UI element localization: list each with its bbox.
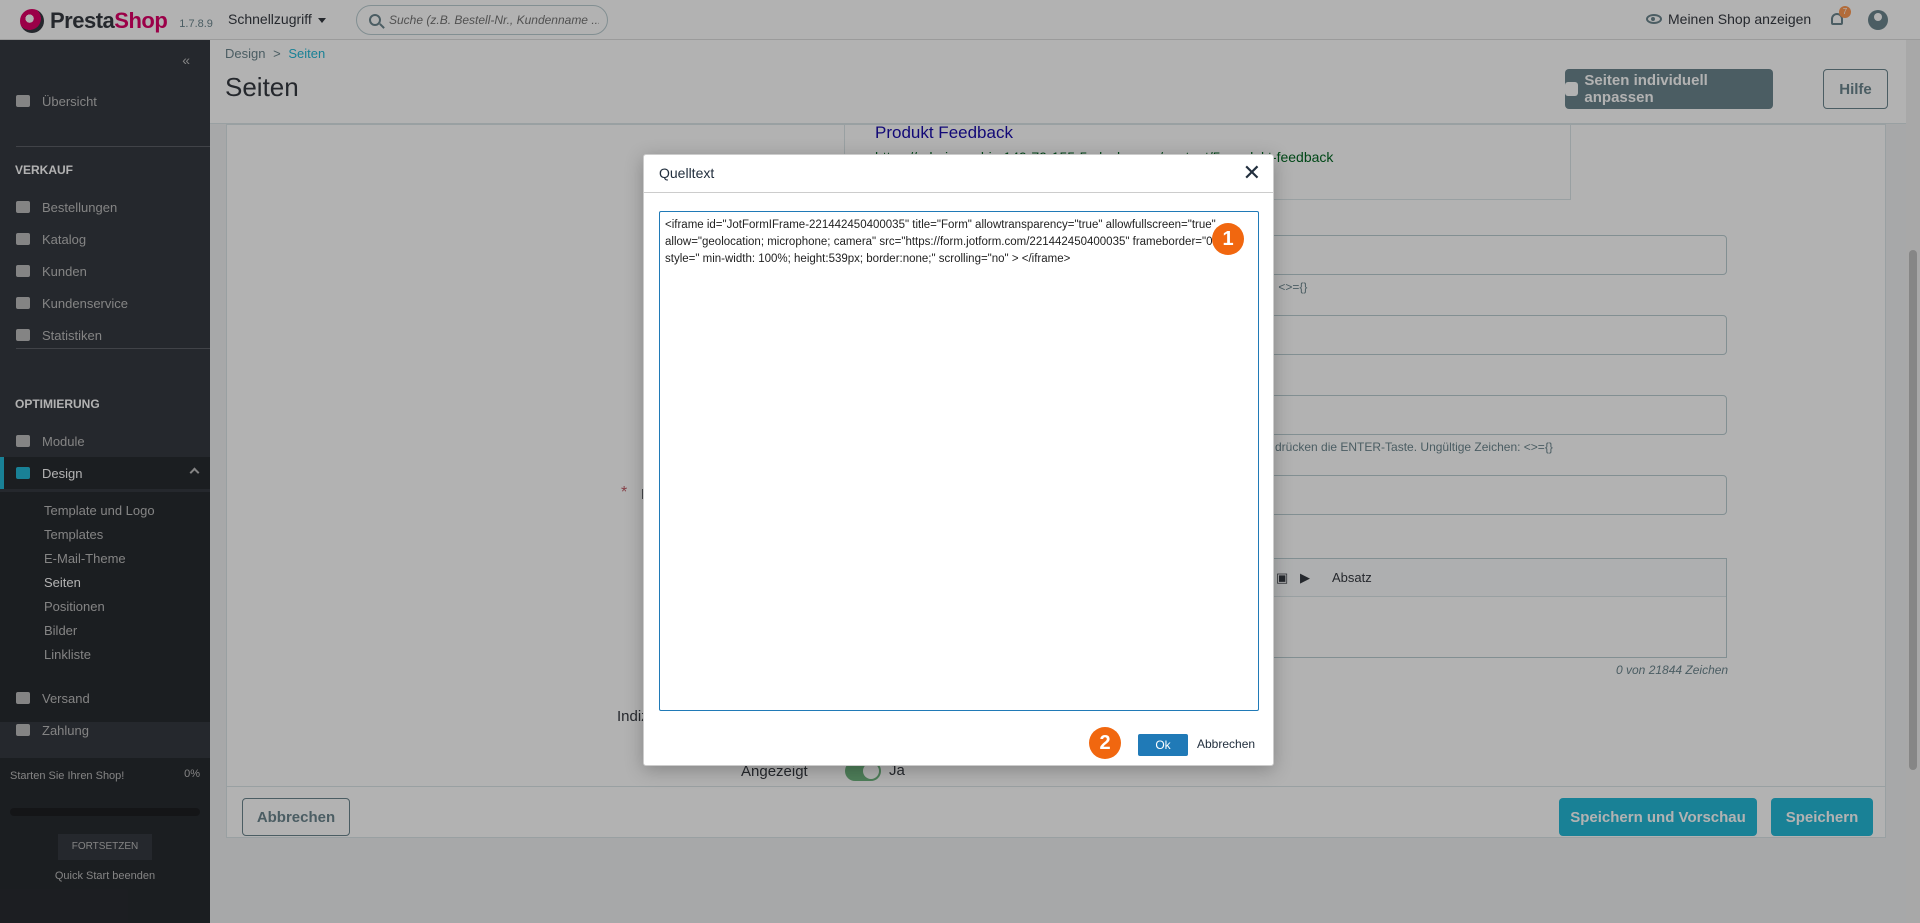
step-marker-2: 2 — [1089, 727, 1121, 759]
dialog-cancel-button[interactable]: Abbrechen — [1197, 737, 1255, 751]
ok-button[interactable]: Ok — [1138, 734, 1188, 756]
source-code-dialog: Quelltext ✕ <iframe id="JotFormIFrame-22… — [643, 154, 1274, 766]
close-icon[interactable]: ✕ — [1243, 161, 1261, 185]
dialog-header: Quelltext ✕ — [644, 155, 1273, 193]
step-marker-1: 1 — [1212, 223, 1244, 255]
dialog-title: Quelltext — [659, 165, 715, 181]
source-code-textarea[interactable]: <iframe id="JotFormIFrame-22144245040003… — [659, 211, 1259, 711]
